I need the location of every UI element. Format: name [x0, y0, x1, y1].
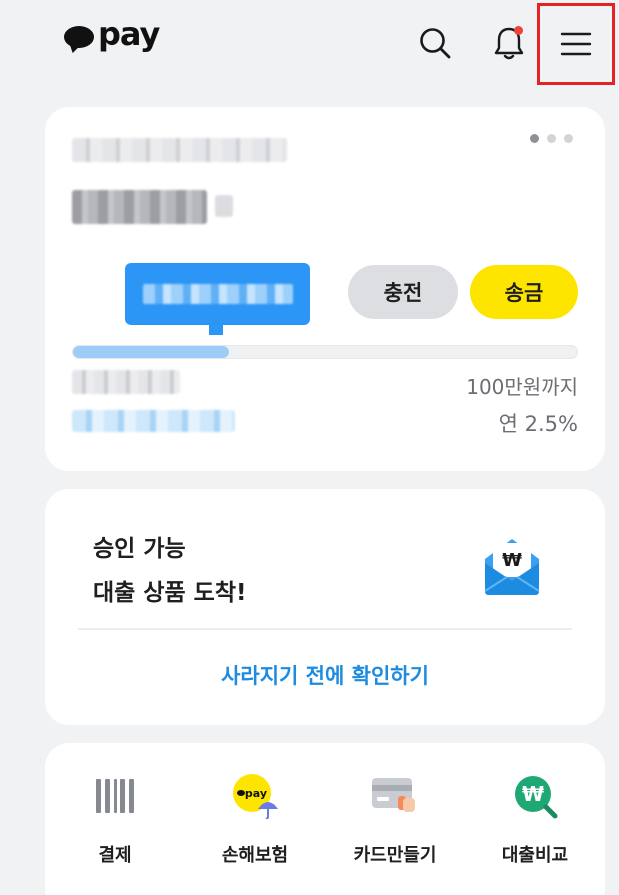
pay-umbrella-icon: pay — [233, 774, 278, 819]
loan-offer-title: 승인 가능 대출 상품 도착! — [93, 527, 246, 615]
quick-menu-label: 대출비교 — [501, 845, 569, 866]
search-icon — [420, 28, 451, 59]
won-envelope-icon: ₩ — [484, 539, 540, 595]
page-dot — [530, 134, 539, 143]
account-balance-redacted[interactable] — [72, 190, 207, 224]
limit-label-redacted — [72, 370, 180, 394]
divider — [78, 628, 572, 630]
limit-text: 100만원까지 — [466, 375, 578, 399]
card-icon — [372, 778, 415, 812]
account-card: 충전 송금 100만원까지 연 2.5% — [45, 107, 605, 471]
loan-offer-card[interactable]: 승인 가능 대출 상품 도착! ₩ 사라지기 전에 확인하기 — [45, 489, 605, 725]
limit-progress-bar — [72, 345, 578, 359]
page-dot — [547, 134, 556, 143]
check-loan-link[interactable]: 사라지기 전에 확인하기 — [45, 660, 605, 690]
tooltip-text-redacted — [143, 284, 293, 304]
search-button[interactable] — [413, 21, 457, 65]
quick-menu-label: 카드만들기 — [353, 845, 437, 866]
kakaopay-logo[interactable]: pay — [64, 18, 160, 50]
send-money-button[interactable]: 송금 — [470, 265, 578, 319]
svg-text:₩: ₩ — [522, 782, 544, 806]
info-tooltip-redacted[interactable] — [125, 263, 310, 335]
menu-button[interactable] — [537, 3, 615, 85]
quick-menu-loan-compare[interactable]: ₩ 대출비교 — [465, 771, 605, 867]
quick-menu-card-apply[interactable]: 카드만들기 — [325, 771, 465, 867]
hamburger-menu-icon — [560, 32, 592, 56]
balance-chevron-redacted — [215, 195, 233, 217]
won-search-icon: ₩ — [515, 776, 558, 819]
interest-rate-text: 연 2.5% — [498, 412, 578, 436]
charge-button[interactable]: 충전 — [348, 265, 458, 319]
quick-menu-label: 손해보험 — [221, 845, 289, 866]
limit-progress-fill — [73, 346, 230, 358]
account-name-redacted — [72, 138, 287, 162]
notification-badge — [514, 26, 523, 35]
interest-link-redacted[interactable] — [72, 410, 235, 432]
page-dot — [564, 134, 573, 143]
chat-bubble-logo-icon — [64, 26, 94, 48]
quick-menu-row: 결제 pay 손해보험 카드만들기 ₩ 대출비교 — [45, 771, 605, 867]
loan-title-line2: 대출 상품 도착! — [93, 580, 247, 606]
logo-text: pay — [98, 15, 160, 53]
top-header: pay — [0, 0, 619, 90]
svg-text:₩: ₩ — [502, 550, 522, 571]
loan-title-line1: 승인 가능 — [93, 536, 186, 562]
quick-menu-payment[interactable]: 결제 — [45, 771, 185, 867]
svg-text:pay: pay — [245, 787, 267, 800]
quick-menu-card: 결제 pay 손해보험 카드만들기 ₩ 대출비교 — [45, 743, 605, 895]
card-page-indicator — [530, 134, 573, 143]
quick-menu-insurance[interactable]: pay 손해보험 — [185, 771, 325, 867]
quick-menu-label: 결제 — [98, 845, 132, 866]
notification-button[interactable] — [487, 21, 531, 65]
barcode-icon — [96, 779, 134, 813]
